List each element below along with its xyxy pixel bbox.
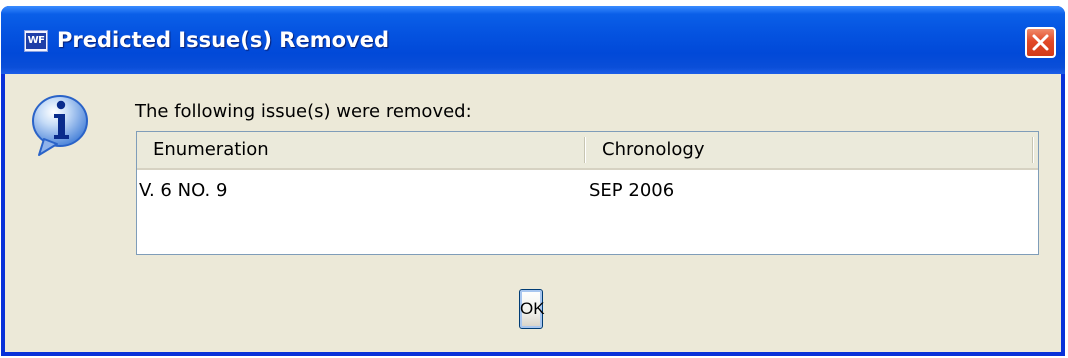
app-icon-text: WF: [26, 33, 46, 49]
table-cell-enumeration[interactable]: V. 6 NO. 9: [139, 176, 227, 206]
dialog-message: The following issue(s) were removed:: [135, 101, 472, 122]
close-button[interactable]: [1025, 27, 1056, 58]
table-header: Enumeration Chronology: [137, 132, 1038, 170]
app-icon: WF: [24, 30, 48, 52]
column-divider[interactable]: [1032, 137, 1034, 163]
close-icon: [1032, 34, 1049, 51]
info-icon: [32, 95, 88, 156]
table-cell-chronology[interactable]: SEP 2006: [589, 176, 674, 206]
ok-button[interactable]: OK: [519, 289, 545, 329]
removed-issues-table: Enumeration Chronology V. 6 NO. 9 SEP 20…: [136, 131, 1039, 255]
dialog-body: The following issue(s) were removed: Enu…: [5, 74, 1061, 352]
column-header-enumeration[interactable]: Enumeration: [137, 132, 584, 168]
column-header-chronology[interactable]: Chronology: [586, 132, 1034, 168]
title-bar[interactable]: WF Predicted Issue(s) Removed: [1, 6, 1065, 74]
window-title: Predicted Issue(s) Removed: [57, 28, 389, 52]
dialog-window: WF Predicted Issue(s) Removed The follow…: [1, 6, 1065, 356]
